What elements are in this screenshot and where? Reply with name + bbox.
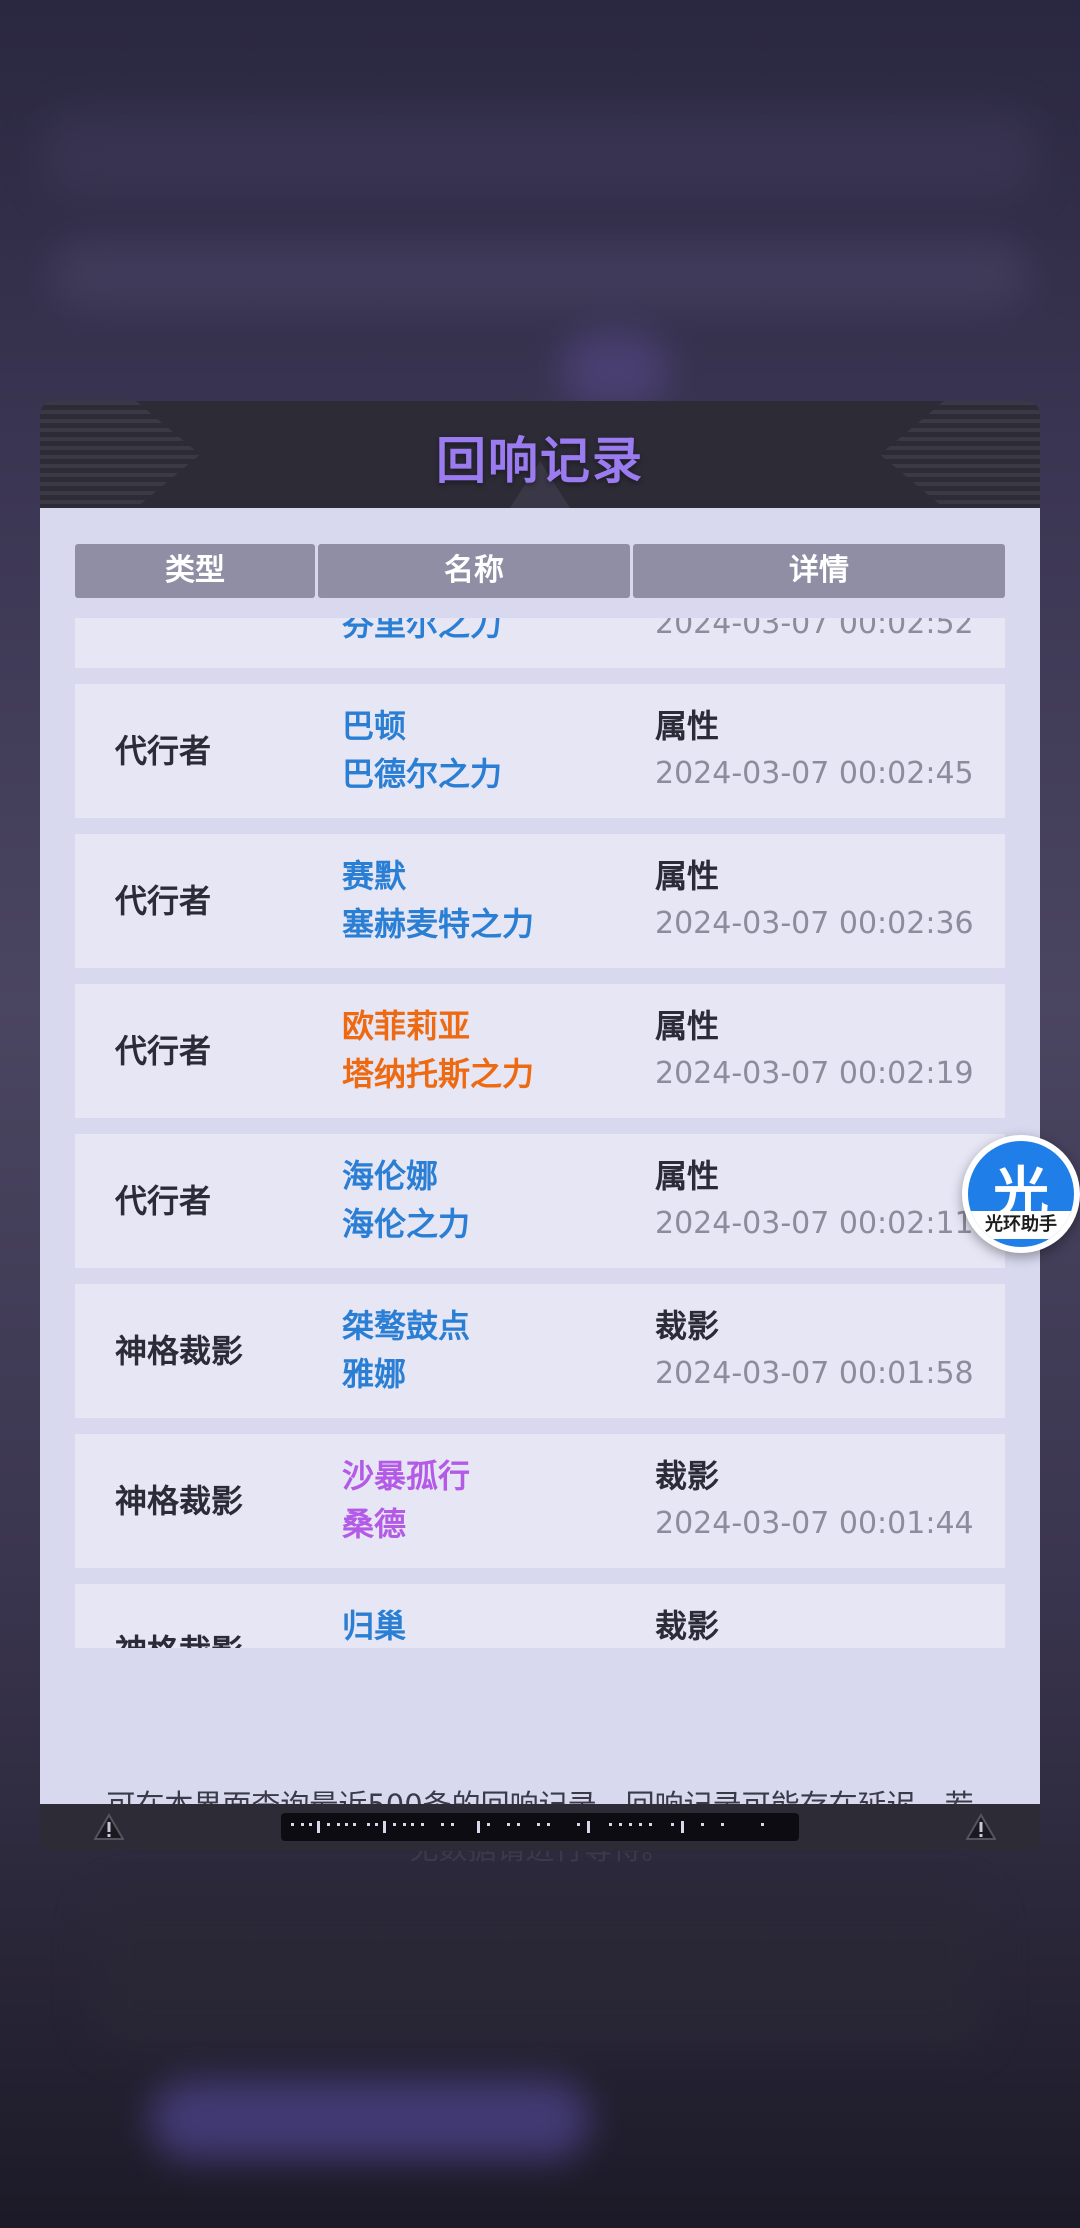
record-row: 神格裁影 归巢 裁影 [75,1584,1005,1648]
background-blur [50,240,1030,310]
background-blur [150,2080,590,2160]
record-type: 代行者 [115,732,212,770]
record-name: 海伦娜 海伦之力 [342,1152,470,1248]
assistant-label: 光环助手 [968,1211,1074,1239]
record-name-line2: 雅娜 [342,1355,407,1393]
record-detail: 裁影 2024-03-07 00:01:58 [655,1302,974,1398]
record-name-line2: 芬里尔之力 [342,618,503,643]
assistant-float-button[interactable]: 光 光环助手 [962,1135,1080,1253]
record-name-line1: 巴顿 [342,707,407,745]
record-detail: 属性 2024-03-07 00:02:45 [655,702,974,798]
column-header-type: 类型 [75,544,315,598]
column-header-detail: 详情 [633,544,1005,598]
dialog-bottom-bar [40,1804,1040,1851]
warning-icon [94,1813,124,1840]
record-name: 赛默 塞赫麦特之力 [342,852,534,948]
record-name-line1: 归巢 [342,1607,407,1645]
record-detail: 属性 2024-03-07 00:02:19 [655,1002,974,1098]
record-detail-kind: 属性 [655,1007,720,1045]
record-name: 沙暴孤行 桑德 [342,1452,470,1548]
record-detail: 裁影 2024-03-07 00:01:44 [655,1452,974,1548]
record-detail-time: 2024-03-07 00:01:58 [655,1356,974,1391]
record-detail: 2024-03-07 00:02:52 [655,618,974,648]
record-detail-time: 2024-03-07 00:02:45 [655,756,974,791]
record-name: 归巢 [342,1602,406,1648]
record-name-line2: 海伦之力 [342,1205,471,1243]
record-detail: 裁影 [655,1602,719,1648]
warning-icon [966,1813,996,1840]
record-row: 神格裁影 桀骜鼓点雅娜 裁影 2024-03-07 00:01:58 [75,1284,1005,1418]
record-type: 神格裁影 [115,1584,243,1648]
record-detail-kind: 裁影 [655,1457,720,1495]
record-row: 代行者 巴顿巴德尔之力 属性 2024-03-07 00:02:45 [75,684,1005,818]
record-name-line2: 桑德 [342,1505,407,1543]
record-detail-time: 2024-03-07 00:02:52 [655,618,974,641]
record-detail-kind: 属性 [655,857,720,895]
dialog-title: 回响记录 [436,432,644,490]
record-detail-kind: 属性 [655,1157,720,1195]
record-name-line2: 巴德尔之力 [342,755,503,793]
record-name-line1: 沙暴孤行 [342,1457,471,1495]
record-name: 桀骜鼓点 雅娜 [342,1302,470,1398]
record-row: 代行者 赛默塞赫麦特之力 属性 2024-03-07 00:02:36 [75,834,1005,968]
column-header-name: 名称 [318,544,630,598]
record-detail-time: 2024-03-07 00:02:11 [655,1206,974,1241]
record-name-line2: 塞赫麦特之力 [342,905,535,943]
record-list[interactable]: 芬里尔之力 2024-03-07 00:02:52 代行者 巴顿 巴德尔之力 属性 202… [75,618,1005,1648]
assistant-logo-icon: 光 光环助手 [968,1141,1074,1247]
dialog-header: 回响记录 [40,401,1040,508]
record-name-line1: 海伦娜 [342,1157,439,1195]
record-name-line1: 赛默 [342,857,407,895]
background-blur [40,110,1040,200]
record-row: 神格裁影 沙暴孤行桑德 裁影 2024-03-07 00:01:44 [75,1434,1005,1568]
background-blur [90,1890,990,2050]
record-name: 巴顿 巴德尔之力 [342,702,502,798]
record-name-line1: 桀骜鼓点 [342,1307,471,1345]
record-type: 代行者 [115,1032,212,1070]
record-detail-time: 2024-03-07 00:02:36 [655,906,974,941]
record-detail-kind: 裁影 [655,1607,720,1645]
record-type: 代行者 [115,1182,212,1220]
record-type: 神格裁影 [115,1482,244,1520]
record-type: 代行者 [115,882,212,920]
record-detail-kind: 属性 [655,707,720,745]
background-blur [560,330,670,410]
record-detail-time: 2024-03-07 00:01:44 [655,1506,974,1541]
record-detail-kind: 裁影 [655,1307,720,1345]
record-row: 代行者 海伦娜海伦之力 属性 2024-03-07 00:02:11 [75,1134,1005,1268]
record-type: 神格裁影 [115,1332,244,1370]
column-headers: 类型 名称 详情 [75,544,1005,598]
record-detail-time: 2024-03-07 00:02:19 [655,1056,974,1091]
record-row: 芬里尔之力 2024-03-07 00:02:52 [75,618,1005,668]
record-detail: 属性 2024-03-07 00:02:36 [655,852,974,948]
record-name: 欧菲莉亚塔纳托斯之力 [342,1002,534,1098]
record-name-line2: 塔纳托斯之力 [342,1055,535,1093]
echo-record-dialog: 回响记录 类型 名称 详情 芬里尔之力 2024-03-07 00:02:52 代… [40,401,1040,1866]
record-name-line1: 欧菲莉亚 [342,1007,471,1045]
record-name: 芬里尔之力 [342,618,502,648]
dialog-body: 类型 名称 详情 芬里尔之力 2024-03-07 00:02:52 代行者 巴顿巴… [40,508,1040,1866]
record-row: 代行者 欧菲莉亚塔纳托斯之力 属性 2024-03-07 00:02:19 [75,984,1005,1118]
signal-strip [281,1813,799,1841]
record-detail: 属性 2024-03-07 00:02:11 [655,1152,974,1248]
